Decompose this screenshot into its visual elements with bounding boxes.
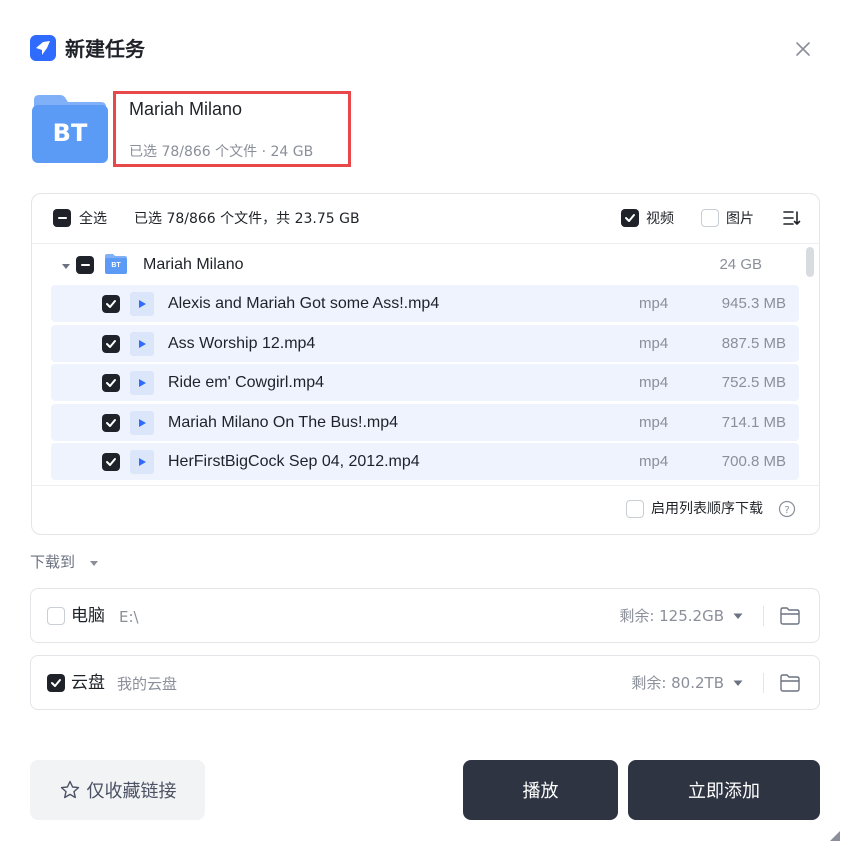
video-file-icon (130, 331, 154, 356)
file-type: mp4 (639, 295, 669, 312)
filter-image-label[interactable]: 图片 (726, 210, 754, 228)
panel-divider (32, 243, 819, 244)
file-type: mp4 (639, 453, 669, 470)
file-checkbox[interactable] (102, 413, 120, 432)
file-size: 700.8 MB (721, 453, 786, 470)
file-checkbox[interactable] (102, 374, 120, 392)
task-meta: 已选 78/866 个文件 · 24 GB (129, 144, 314, 160)
destination-local[interactable]: 电脑 E:\ 剩余: 125.2GB (30, 588, 820, 643)
sort-icon[interactable] (781, 208, 801, 228)
destination-cloud-path: 我的云盘 (117, 675, 178, 693)
chevron-down-icon[interactable] (729, 674, 747, 692)
svg-text:?: ? (784, 505, 789, 516)
file-row[interactable]: Mariah Milano On The Bus!.mp4 mp4 714.1 MB (51, 403, 799, 441)
download-to-label[interactable]: 下载到 (30, 552, 75, 572)
file-row[interactable]: Ride em' Cowgirl.mp4 mp4 752.5 MB (51, 364, 799, 401)
filter-video-label[interactable]: 视频 (646, 210, 674, 228)
sequential-download-label[interactable]: 启用列表顺序下载 (651, 500, 763, 518)
resize-grip-icon[interactable] (828, 828, 840, 841)
video-file-icon (130, 292, 154, 316)
destination-cloud-checkbox[interactable] (47, 674, 65, 692)
file-checkbox[interactable] (102, 295, 120, 313)
favorite-link-button[interactable]: 仅收藏链接 (30, 760, 205, 820)
destination-local-name: 电脑 (71, 606, 105, 626)
download-to-caret-icon[interactable] (88, 556, 100, 568)
file-size: 945.3 MB (721, 295, 786, 312)
file-size: 752.5 MB (721, 374, 786, 391)
select-all-label[interactable]: 全选 (79, 210, 107, 228)
scrollbar-thumb[interactable] (806, 247, 814, 277)
play-button[interactable]: 播放 (463, 760, 618, 820)
select-all-checkbox[interactable] (53, 209, 71, 227)
bt-badge: BT (52, 119, 88, 147)
file-checkbox[interactable] (102, 453, 120, 471)
separator (763, 673, 764, 693)
file-name: Alexis and Mariah Got some Ass!.mp4 (168, 295, 440, 312)
destination-local-path: E:\ (119, 608, 139, 626)
add-now-button[interactable]: 立即添加 (628, 760, 820, 820)
bt-folder-small-icon: BT (104, 253, 128, 275)
destination-local-checkbox[interactable] (47, 607, 65, 625)
folder-name: Mariah Milano (143, 256, 244, 273)
video-file-icon (130, 450, 154, 474)
file-row[interactable]: Ass Worship 12.mp4 mp4 887.5 MB (51, 324, 799, 362)
folder-size: 24 GB (719, 256, 762, 273)
file-row[interactable]: Alexis and Mariah Got some Ass!.mp4 mp4 94… (51, 285, 799, 322)
file-name: Ride em' Cowgirl.mp4 (168, 374, 324, 391)
folder-icon[interactable] (779, 672, 801, 694)
file-type: mp4 (639, 334, 669, 352)
destination-cloud-free: 剩余: 80.2TB (631, 674, 724, 692)
video-file-icon (130, 410, 154, 435)
destination-cloud[interactable]: 云盘 我的云盘 剩余: 80.2TB (30, 655, 820, 710)
file-name: HerFirstBigCock Sep 04, 2012.mp4 (168, 453, 420, 470)
task-name[interactable]: Mariah Milano (129, 97, 242, 121)
sequential-download-checkbox[interactable] (626, 500, 644, 518)
dialog-title: 新建任务 (65, 37, 145, 61)
chevron-down-icon[interactable] (729, 607, 747, 625)
panel-footer-divider (32, 485, 819, 486)
feather-logo-icon (30, 35, 56, 61)
destination-cloud-name: 云盘 (71, 673, 105, 693)
file-size: 887.5 MB (721, 334, 786, 352)
file-size: 714.1 MB (721, 413, 786, 431)
folder-badge: BT (111, 262, 121, 269)
filter-video-checkbox[interactable] (621, 209, 639, 227)
folder-checkbox[interactable] (76, 256, 94, 274)
separator (763, 606, 764, 626)
video-file-icon (130, 371, 154, 395)
close-button[interactable] (788, 34, 818, 64)
file-checkbox[interactable] (102, 334, 120, 353)
help-icon[interactable]: ? (778, 500, 796, 518)
favorite-link-label: 仅收藏链接 (86, 781, 177, 802)
file-name: Ass Worship 12.mp4 (168, 334, 316, 352)
file-row[interactable]: HerFirstBigCock Sep 04, 2012.mp4 mp4 700.8… (51, 443, 799, 480)
collapse-caret-icon[interactable] (60, 259, 72, 271)
file-type: mp4 (639, 374, 669, 391)
file-name: Mariah Milano On The Bus!.mp4 (168, 413, 399, 431)
file-type: mp4 (639, 413, 669, 431)
bt-folder-icon: BT (30, 92, 110, 166)
folder-icon[interactable] (779, 605, 801, 627)
star-icon (60, 780, 79, 799)
close-icon (796, 42, 810, 56)
selection-summary: 已选 78/866 个文件，共 23.75 GB (134, 211, 360, 227)
filter-image-checkbox[interactable] (701, 209, 719, 227)
destination-local-free: 剩余: 125.2GB (619, 607, 724, 625)
